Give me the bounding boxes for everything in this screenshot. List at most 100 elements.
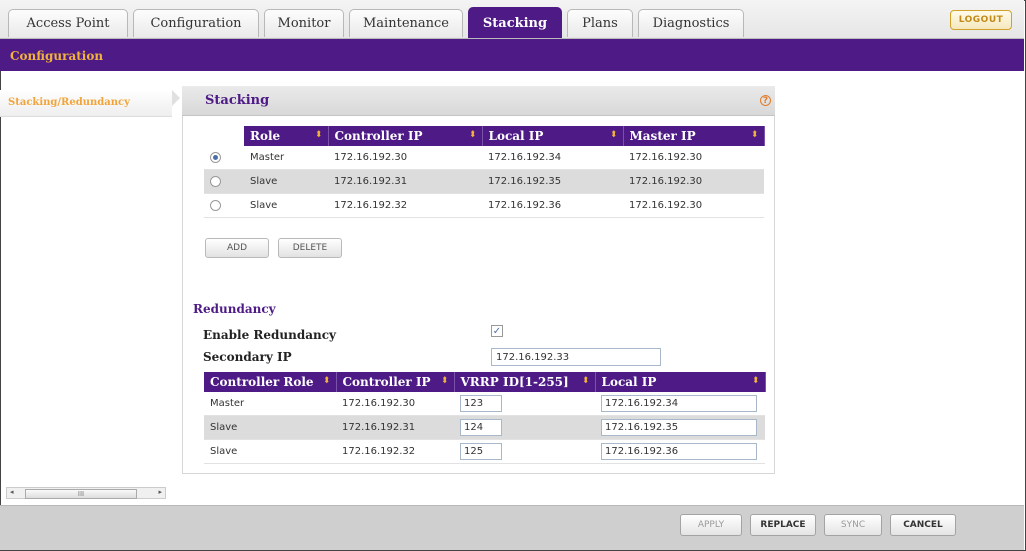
row-radio-button[interactable]: [210, 151, 221, 163]
table-row: Slave 172.16.192.31 124 172.16.192.35: [204, 415, 765, 440]
controller-ip-cell: 172.16.192.30: [328, 146, 482, 170]
role-cell: Slave: [244, 169, 328, 194]
sort-icon: ⬍: [581, 376, 590, 386]
controller-ip-cell: 172.16.192.31: [328, 169, 482, 194]
master-ip-cell: 172.16.192.30: [623, 169, 764, 194]
controller-role-cell: Slave: [204, 415, 336, 440]
local-ip-input[interactable]: 172.16.192.36: [601, 443, 757, 460]
sort-icon: ⬍: [314, 130, 323, 140]
column-header-label: Local IP: [488, 129, 544, 143]
vrrp-id-cell: 123: [454, 392, 595, 416]
logout-button[interactable]: LOGOUT: [950, 10, 1012, 30]
column-header-master-ip[interactable]: Master IP ⬍: [623, 126, 765, 146]
vrrp-id-input[interactable]: 123: [460, 395, 502, 412]
controller-ip-cell: 172.16.192.30: [336, 392, 454, 416]
help-icon[interactable]: ?: [760, 95, 771, 106]
table-row[interactable]: Slave 172.16.192.32 172.16.192.36 172.16…: [204, 193, 764, 218]
tab-stacking[interactable]: Stacking: [468, 7, 562, 38]
master-ip-cell: 172.16.192.30: [623, 193, 764, 218]
redundancy-title: Redundancy: [193, 302, 276, 316]
cancel-button[interactable]: CANCEL: [890, 514, 956, 536]
sidebar-item-stacking-redundancy[interactable]: Stacking/Redundancy: [0, 90, 172, 117]
controller-ip-cell: 172.16.192.31: [336, 415, 454, 440]
add-button[interactable]: ADD: [205, 238, 269, 258]
row-radio-button[interactable]: [210, 175, 221, 187]
local-ip-input[interactable]: 172.16.192.35: [601, 419, 757, 436]
column-header-local-ip[interactable]: Local IP ⬍: [595, 372, 766, 392]
secondary-ip-label: Secondary IP: [203, 350, 292, 364]
tab-configuration[interactable]: Configuration: [133, 9, 259, 37]
column-header-local-ip[interactable]: Local IP ⬍: [482, 126, 624, 146]
sort-icon: ⬍: [750, 130, 759, 140]
scroll-left-icon[interactable]: ◂: [10, 488, 14, 496]
sort-icon: ⬍: [322, 376, 331, 386]
horizontal-scrollbar[interactable]: ◂ III ▸: [6, 487, 166, 499]
tab-access-point[interactable]: Access Point: [8, 9, 128, 37]
section-heading: Configuration: [10, 49, 104, 63]
table-row[interactable]: Master 172.16.192.30 172.16.192.34 172.1…: [204, 146, 764, 170]
stacking-table: Role ⬍ Controller IP ⬍ Local IP ⬍ Master IP…: [204, 126, 765, 218]
master-ip-cell: 172.16.192.30: [623, 146, 764, 170]
scrollbar-thumb[interactable]: III: [25, 489, 137, 499]
controller-role-cell: Slave: [204, 439, 336, 464]
delete-button[interactable]: DELETE: [278, 238, 342, 258]
local-ip-cell: 172.16.192.34: [595, 392, 765, 416]
table-row: Master 172.16.192.30 123 172.16.192.34: [204, 392, 765, 416]
row-select-cell[interactable]: [204, 193, 244, 218]
tab-plans[interactable]: Plans: [567, 9, 633, 37]
local-ip-cell: 172.16.192.35: [482, 169, 623, 194]
scroll-right-icon[interactable]: ▸: [158, 488, 162, 496]
sort-icon: ⬍: [468, 130, 477, 140]
redundancy-table: Controller Role ⬍ Controller IP ⬍ VRRP ID[…: [204, 372, 766, 464]
column-header-label: Master IP: [629, 129, 696, 143]
column-header-label: Role: [250, 129, 281, 143]
vrrp-id-input[interactable]: 125: [460, 443, 502, 460]
panel-title: Stacking: [205, 93, 270, 108]
row-radio-button[interactable]: [210, 199, 221, 211]
local-ip-cell: 172.16.192.36: [595, 439, 765, 464]
controller-ip-cell: 172.16.192.32: [328, 193, 482, 218]
local-ip-cell: 172.16.192.35: [595, 415, 765, 440]
enable-redundancy-checkbox[interactable]: ✓: [491, 325, 503, 337]
controller-ip-cell: 172.16.192.32: [336, 439, 454, 464]
vrrp-id-cell: 125: [454, 439, 595, 464]
sync-button[interactable]: SYNC: [824, 514, 882, 536]
sidebar-item-label: Stacking/Redundancy: [8, 97, 130, 108]
replace-button[interactable]: REPLACE: [750, 514, 816, 536]
tab-monitor[interactable]: Monitor: [264, 9, 344, 37]
column-header-controller-ip[interactable]: Controller IP ⬍: [336, 372, 455, 392]
row-select-cell[interactable]: [204, 146, 244, 170]
table-row: Slave 172.16.192.32 125 172.16.192.36: [204, 439, 765, 464]
column-header-vrrp-id[interactable]: VRRP ID[1-255] ⬍: [454, 372, 596, 392]
column-header-controller-ip[interactable]: Controller IP ⬍: [328, 126, 483, 146]
row-select-cell[interactable]: [204, 169, 244, 194]
sort-icon: ⬍: [440, 376, 449, 386]
column-header-role[interactable]: Role ⬍: [244, 126, 329, 146]
enable-redundancy-label: Enable Redundancy: [203, 328, 337, 342]
local-ip-input[interactable]: 172.16.192.34: [601, 395, 757, 412]
column-header-label: Controller IP: [334, 129, 423, 143]
vrrp-id-cell: 124: [454, 415, 595, 440]
local-ip-cell: 172.16.192.34: [482, 146, 623, 170]
column-header-label: Local IP: [601, 375, 657, 389]
sidebar-pointer-arrow: [172, 90, 180, 106]
select-column-header: [204, 126, 244, 146]
column-header-label: Controller IP: [342, 375, 431, 389]
secondary-ip-input[interactable]: 172.16.192.33: [491, 348, 661, 366]
tab-diagnostics[interactable]: Diagnostics: [638, 9, 744, 37]
apply-button[interactable]: APPLY: [680, 514, 742, 536]
column-header-controller-role[interactable]: Controller Role ⬍: [204, 372, 337, 392]
column-header-label: VRRP ID[1-255]: [460, 375, 569, 389]
vrrp-id-input[interactable]: 124: [460, 419, 502, 436]
grip-icon: III: [77, 490, 85, 498]
local-ip-cell: 172.16.192.36: [482, 193, 623, 218]
table-row[interactable]: Slave 172.16.192.31 172.16.192.35 172.16…: [204, 169, 764, 194]
controller-role-cell: Master: [204, 392, 336, 416]
role-cell: Slave: [244, 193, 328, 218]
tab-maintenance[interactable]: Maintenance: [349, 9, 463, 37]
role-cell: Master: [244, 146, 328, 170]
sort-icon: ⬍: [609, 130, 618, 140]
sort-icon: ⬍: [751, 376, 760, 386]
panel-header: [182, 86, 775, 116]
sub-header-bar: Configuration: [0, 39, 1024, 71]
